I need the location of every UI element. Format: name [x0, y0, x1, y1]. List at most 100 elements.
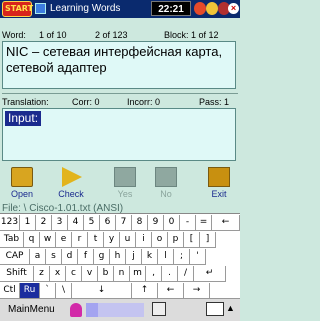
key-char-108[interactable]: l	[158, 249, 174, 265]
key-char-117[interactable]: u	[120, 232, 136, 248]
key-char-44[interactable]: ,	[146, 266, 162, 282]
bottom-bar: MainMenu ▲	[0, 298, 240, 321]
word-display: NIC – сетевая интерфейсная карта, сетево…	[2, 41, 236, 89]
key-char-110[interactable]: n	[114, 266, 130, 282]
key-char-107[interactable]: k	[142, 249, 158, 265]
key-char-111[interactable]: o	[152, 232, 168, 248]
speaker-icon[interactable]	[86, 303, 98, 317]
key-char-103[interactable]: g	[94, 249, 110, 265]
pass-count: Pass: 1	[199, 97, 230, 107]
key-char-8592[interactable]: ←	[158, 283, 184, 299]
key-char-8593[interactable]: ↑	[132, 283, 158, 299]
close-icon[interactable]: ×	[228, 3, 239, 14]
key-123[interactable]: 123	[0, 215, 20, 231]
key-char-112[interactable]: p	[168, 232, 184, 248]
key-char-121[interactable]: y	[104, 232, 120, 248]
key-char-49[interactable]: 1	[20, 215, 36, 231]
key-char-48[interactable]: 0	[164, 215, 180, 231]
exit-button[interactable]: Exit	[202, 167, 236, 199]
key-char-8629[interactable]: ↵	[194, 266, 226, 282]
key-char-96[interactable]: `	[40, 283, 56, 299]
key-char-116[interactable]: t	[88, 232, 104, 248]
title-bar: START Learning Words 22:21 ×	[0, 0, 240, 18]
key-tab[interactable]: Tab	[0, 232, 24, 248]
volume-slider[interactable]	[98, 303, 144, 317]
keyboard-icon[interactable]	[206, 302, 224, 316]
key-char-120[interactable]: x	[50, 266, 66, 282]
key-char-102[interactable]: f	[78, 249, 94, 265]
divider	[2, 93, 238, 94]
play-arrow-icon	[62, 167, 82, 187]
correct-count: Corr: 0	[72, 97, 100, 107]
key-char-8594[interactable]: →	[184, 283, 210, 299]
chevron-up-icon[interactable]: ▲	[226, 303, 235, 313]
key-char-114[interactable]: r	[72, 232, 88, 248]
key-char-104[interactable]: h	[110, 249, 126, 265]
key-char-92[interactable]: \	[56, 283, 72, 299]
key-shift[interactable]: Shift	[0, 266, 34, 282]
block-index: Block: 1 of 12	[164, 30, 219, 40]
checkmark-icon	[114, 167, 136, 187]
key-char-45[interactable]: -	[180, 215, 196, 231]
key-char-54[interactable]: 6	[100, 215, 116, 231]
word-text: NIC – сетевая интерфейсная карта, сетево…	[6, 44, 223, 75]
total-index: 2 of 123	[95, 30, 128, 40]
main-menu-button[interactable]: MainMenu	[8, 304, 55, 315]
key-char-122[interactable]: z	[34, 266, 50, 282]
app-title: Learning Words	[50, 3, 121, 14]
key-char-8595[interactable]: ↓	[72, 283, 132, 299]
soft-keyboard: 123 1 2 3 4 5 6 7 8 9 0- = ← Tab q w e r t y u i o p[] CAP a s d f g h…	[0, 213, 240, 299]
key-char-46[interactable]: .	[162, 266, 178, 282]
key-char-105[interactable]: i	[136, 232, 152, 248]
key-char-100[interactable]: d	[62, 249, 78, 265]
key-char-50[interactable]: 2	[36, 215, 52, 231]
key-char-59[interactable]: ;	[174, 249, 190, 265]
key-char-93[interactable]: ]	[200, 232, 216, 248]
key-char-57[interactable]: 9	[148, 215, 164, 231]
key-char-113[interactable]: q	[24, 232, 40, 248]
app-icon	[35, 3, 46, 14]
check-button[interactable]: Check	[54, 167, 88, 199]
word-index: 1 of 10	[39, 30, 67, 40]
folder-icon	[11, 167, 33, 187]
input-field[interactable]: Input:	[2, 108, 236, 161]
key-char-8592[interactable]: ←	[212, 215, 240, 231]
key-char-115[interactable]: s	[46, 249, 62, 265]
word-label: Word:	[2, 30, 26, 40]
key-char-55[interactable]: 7	[116, 215, 132, 231]
key-char-109[interactable]: m	[130, 266, 146, 282]
exit-label: Exit	[211, 189, 227, 199]
key-char-51[interactable]: 3	[52, 215, 68, 231]
key-char-97[interactable]: a	[30, 249, 46, 265]
key-char-98[interactable]: b	[98, 266, 114, 282]
translation-label: Translation:	[2, 97, 49, 107]
key-char-91[interactable]: [	[184, 232, 200, 248]
check-label: Check	[58, 189, 84, 199]
yes-button[interactable]: Yes	[108, 167, 142, 199]
key-char-56[interactable]: 8	[132, 215, 148, 231]
key-char-118[interactable]: v	[82, 266, 98, 282]
key-char-106[interactable]: j	[126, 249, 142, 265]
clock[interactable]: 22:21	[151, 1, 191, 16]
key-ru[interactable]: Ru	[20, 283, 40, 299]
start-button[interactable]: START	[2, 1, 33, 17]
key-char-119[interactable]: w	[40, 232, 56, 248]
key-ctl[interactable]: Ctl	[0, 283, 20, 299]
input-label: Input:	[5, 111, 42, 126]
tray-icon-2[interactable]	[206, 2, 218, 15]
key-char-61[interactable]: =	[196, 215, 212, 231]
no-button[interactable]: No	[149, 167, 183, 199]
key-char-52[interactable]: 4	[68, 215, 84, 231]
key-char-53[interactable]: 5	[84, 215, 100, 231]
no-label: No	[160, 189, 172, 199]
play-icon[interactable]	[152, 302, 166, 316]
tray-icon-1[interactable]	[194, 2, 206, 15]
key-char-101[interactable]: e	[56, 232, 72, 248]
bell-icon[interactable]	[70, 303, 82, 317]
key-char-47[interactable]: /	[178, 266, 194, 282]
yes-label: Yes	[117, 189, 133, 199]
key-char-99[interactable]: c	[66, 266, 82, 282]
open-button[interactable]: Open	[5, 167, 39, 199]
key-char-39[interactable]: '	[190, 249, 206, 265]
key-cap[interactable]: CAP	[0, 249, 30, 265]
